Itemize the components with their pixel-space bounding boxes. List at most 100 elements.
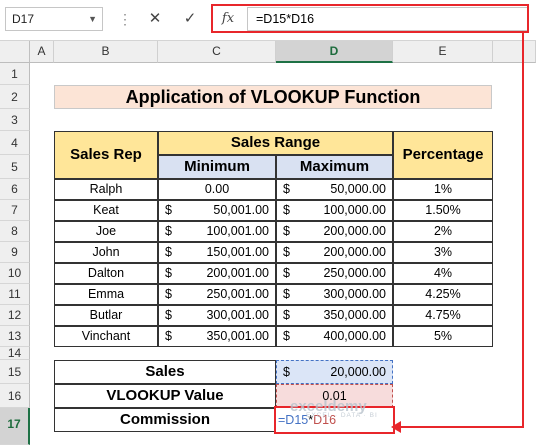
- vlookup-value-label[interactable]: VLOOKUP Value: [54, 384, 276, 408]
- table-cell-maximum[interactable]: $50,000.00: [276, 179, 393, 200]
- chevron-down-icon[interactable]: ▼: [88, 8, 97, 30]
- sales-value-cell[interactable]: $ 20,000.00: [276, 360, 393, 384]
- currency-symbol: $: [283, 308, 290, 322]
- watermark-logo: exceldemy EXCEL · DATA · BI: [290, 398, 378, 419]
- row-header-2[interactable]: 2: [0, 85, 30, 109]
- maximum-value: 200,000.00: [323, 224, 386, 238]
- table-cell-sales-rep[interactable]: Ralph: [54, 179, 158, 200]
- enter-icon[interactable]: ✓: [172, 7, 208, 31]
- header-minimum[interactable]: Minimum: [158, 155, 276, 179]
- sheet-title[interactable]: Application of VLOOKUP Function: [54, 85, 492, 109]
- row-header-3[interactable]: 3: [0, 109, 30, 131]
- maximum-value: 350,000.00: [323, 308, 386, 322]
- table-cell-minimum[interactable]: 0.00: [158, 179, 276, 200]
- table-cell-sales-rep[interactable]: Joe: [54, 221, 158, 242]
- table-cell-percentage[interactable]: 5%: [393, 326, 493, 347]
- table-cell-maximum[interactable]: $200,000.00: [276, 221, 393, 242]
- table-cell-maximum[interactable]: $200,000.00: [276, 242, 393, 263]
- column-header-c[interactable]: C: [158, 41, 276, 63]
- minimum-value: 200,001.00: [206, 266, 269, 280]
- row-header-17[interactable]: 17: [0, 408, 30, 445]
- drag-handle-icon[interactable]: ⋮: [118, 10, 132, 28]
- table-cell-sales-rep[interactable]: Dalton: [54, 263, 158, 284]
- table-cell-percentage[interactable]: 4.75%: [393, 305, 493, 326]
- cancel-icon[interactable]: ✕: [137, 7, 173, 31]
- row-header-14[interactable]: 14: [0, 347, 30, 360]
- column-header-a[interactable]: A: [30, 41, 54, 63]
- row-header-16[interactable]: 16: [0, 384, 30, 408]
- table-cell-percentage[interactable]: 4.25%: [393, 284, 493, 305]
- row-header-15[interactable]: 15: [0, 360, 30, 384]
- table-cell-maximum[interactable]: $350,000.00: [276, 305, 393, 326]
- row-header-6[interactable]: 6: [0, 179, 30, 200]
- currency-symbol: $: [165, 203, 172, 217]
- row-header-4[interactable]: 4: [0, 131, 30, 155]
- row-header-7[interactable]: 7: [0, 200, 30, 221]
- annotation-arrow-line-horizontal: [398, 426, 524, 428]
- table-cell-minimum[interactable]: $100,001.00: [158, 221, 276, 242]
- currency-symbol: $: [283, 182, 290, 196]
- commission-label[interactable]: Commission: [54, 408, 276, 432]
- currency-symbol: $: [283, 245, 290, 259]
- table-cell-sales-rep[interactable]: Vinchant: [54, 326, 158, 347]
- row-header-11[interactable]: 11: [0, 284, 30, 305]
- column-header-f[interactable]: [493, 41, 536, 63]
- annotation-arrow-line: [522, 33, 524, 427]
- row-header-8[interactable]: 8: [0, 221, 30, 242]
- row-header-5[interactable]: 5: [0, 155, 30, 179]
- minimum-value: 350,001.00: [206, 329, 269, 343]
- currency-symbol: $: [165, 224, 172, 238]
- maximum-value: 300,000.00: [323, 287, 386, 301]
- table-cell-sales-rep[interactable]: John: [54, 242, 158, 263]
- minimum-value: 50,001.00: [213, 203, 269, 217]
- row-header-10[interactable]: 10: [0, 263, 30, 284]
- table-cell-percentage[interactable]: 3%: [393, 242, 493, 263]
- table-cell-minimum[interactable]: $50,001.00: [158, 200, 276, 221]
- minimum-value: 250,001.00: [206, 287, 269, 301]
- table-cell-minimum[interactable]: $300,001.00: [158, 305, 276, 326]
- table-cell-minimum[interactable]: $250,001.00: [158, 284, 276, 305]
- currency-symbol: $: [165, 245, 172, 259]
- name-box[interactable]: D17 ▼: [5, 7, 103, 31]
- table-cell-maximum[interactable]: $400,000.00: [276, 326, 393, 347]
- header-maximum[interactable]: Maximum: [276, 155, 393, 179]
- formula-bar: D17 ▼ ⋮ ✕ ✓ fx =D15*D16: [0, 0, 536, 41]
- sales-value: 20,000.00: [330, 365, 386, 379]
- table-cell-percentage[interactable]: 1.50%: [393, 200, 493, 221]
- column-header-b[interactable]: B: [54, 41, 158, 63]
- minimum-value: 0.00: [204, 182, 230, 196]
- maximum-value: 50,000.00: [330, 182, 386, 196]
- header-sales-rep[interactable]: Sales Rep: [54, 131, 158, 179]
- header-sales-range[interactable]: Sales Range: [158, 131, 393, 155]
- table-cell-sales-rep[interactable]: Emma: [54, 284, 158, 305]
- table-cell-sales-rep[interactable]: Keat: [54, 200, 158, 221]
- currency-symbol: $: [165, 329, 172, 343]
- table-cell-maximum[interactable]: $300,000.00: [276, 284, 393, 305]
- table-cell-percentage[interactable]: 2%: [393, 221, 493, 242]
- column-header-e[interactable]: E: [393, 41, 493, 63]
- table-cell-sales-rep[interactable]: Butlar: [54, 305, 158, 326]
- maximum-value: 200,000.00: [323, 245, 386, 259]
- currency-symbol: $: [165, 287, 172, 301]
- select-all-corner[interactable]: [0, 41, 30, 63]
- formula-highlight-box: [211, 4, 529, 33]
- table-cell-minimum[interactable]: $150,001.00: [158, 242, 276, 263]
- row-header-13[interactable]: 13: [0, 326, 30, 347]
- maximum-value: 250,000.00: [323, 266, 386, 280]
- row-header-12[interactable]: 12: [0, 305, 30, 326]
- currency-symbol: $: [165, 266, 172, 280]
- column-header-d[interactable]: D: [276, 41, 393, 63]
- currency-symbol: $: [283, 266, 290, 280]
- maximum-value: 400,000.00: [323, 329, 386, 343]
- sales-label[interactable]: Sales: [54, 360, 276, 384]
- table-cell-minimum[interactable]: $200,001.00: [158, 263, 276, 284]
- table-cell-maximum[interactable]: $250,000.00: [276, 263, 393, 284]
- table-cell-minimum[interactable]: $350,001.00: [158, 326, 276, 347]
- header-percentage[interactable]: Percentage: [393, 131, 493, 179]
- row-header-9[interactable]: 9: [0, 242, 30, 263]
- row-header-1[interactable]: 1: [0, 63, 30, 85]
- table-cell-percentage[interactable]: 1%: [393, 179, 493, 200]
- currency-symbol: $: [165, 308, 172, 322]
- table-cell-maximum[interactable]: $100,000.00: [276, 200, 393, 221]
- table-cell-percentage[interactable]: 4%: [393, 263, 493, 284]
